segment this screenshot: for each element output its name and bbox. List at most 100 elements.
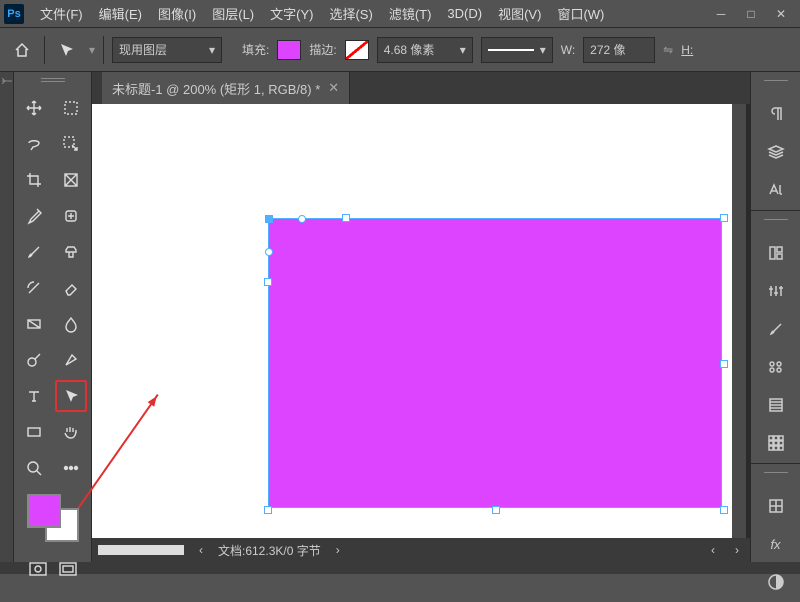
shape-handle-e[interactable] xyxy=(720,360,728,368)
vertical-scrollbar[interactable] xyxy=(732,104,746,538)
layers-panel-icon[interactable] xyxy=(764,140,788,164)
window-controls: ─ □ ✕ xyxy=(706,4,796,24)
hscroll-right[interactable]: › xyxy=(730,543,744,557)
stroke-line-icon xyxy=(488,49,534,51)
styles-panel-icon[interactable] xyxy=(764,431,788,455)
status-next[interactable]: › xyxy=(331,543,345,557)
bottom-strip xyxy=(0,562,800,574)
shape-control-point[interactable] xyxy=(265,248,273,256)
screenmode-toggle[interactable] xyxy=(55,558,81,580)
shape-handle-se[interactable] xyxy=(720,506,728,514)
brush-tool[interactable] xyxy=(18,236,50,268)
frame-tool[interactable] xyxy=(55,164,87,196)
paragraph-panel-icon[interactable] xyxy=(764,102,788,126)
blur-tool[interactable] xyxy=(55,308,87,340)
gradient-tool[interactable] xyxy=(18,308,50,340)
w-label: W: xyxy=(561,43,575,57)
more-tools[interactable] xyxy=(55,452,87,484)
rectangle-shape[interactable] xyxy=(268,218,722,508)
menu-edit[interactable]: 编辑(E) xyxy=(91,0,150,27)
quickmask-toggle[interactable] xyxy=(25,558,51,580)
shape-handle-ne[interactable] xyxy=(720,214,728,222)
expand-icon xyxy=(2,78,12,84)
link-wh-icon[interactable]: ⇋ xyxy=(663,43,673,57)
menu-filter[interactable]: 滤镜(T) xyxy=(381,0,440,27)
pen-tool[interactable] xyxy=(55,344,87,376)
shape-handle-s[interactable] xyxy=(492,506,500,514)
quick-select-tool[interactable] xyxy=(55,128,87,160)
marquee-tool[interactable] xyxy=(55,92,87,124)
properties-panel-icon[interactable] xyxy=(764,393,788,417)
foreground-color[interactable] xyxy=(27,494,61,528)
hand-tool[interactable] xyxy=(55,416,87,448)
shape-control-point[interactable] xyxy=(298,215,306,223)
adjustments-panel-icon[interactable] xyxy=(764,279,788,303)
toolbox-grip[interactable] xyxy=(18,78,87,88)
libraries-panel-icon[interactable] xyxy=(764,241,788,265)
history-brush-tool[interactable] xyxy=(18,272,50,304)
panel-grip[interactable] xyxy=(764,219,788,227)
shape-anchor[interactable] xyxy=(265,215,273,223)
shape-handle-sw[interactable] xyxy=(264,506,272,514)
dodge-tool[interactable] xyxy=(18,344,50,376)
fx-panel-icon[interactable]: fx xyxy=(764,532,788,556)
tab-title: 未标题-1 @ 200% (矩形 1, RGB/8) * xyxy=(112,79,320,98)
shape-handle-nw[interactable] xyxy=(264,278,272,286)
menubar: Ps 文件(F) 编辑(E) 图像(I) 图层(L) 文字(Y) 选择(S) 滤… xyxy=(0,0,800,28)
canvas[interactable] xyxy=(92,104,746,538)
stroke-width-value: 4.68 像素 xyxy=(384,41,435,58)
stroke-label: 描边: xyxy=(309,41,336,58)
type-tool[interactable] xyxy=(18,380,50,412)
menu-image[interactable]: 图像(I) xyxy=(150,0,204,27)
width-input[interactable] xyxy=(583,37,655,63)
zoom-slider[interactable] xyxy=(98,545,184,555)
app-logo: Ps xyxy=(4,4,24,24)
shape-handle-n[interactable] xyxy=(342,214,350,222)
close-button[interactable]: ✕ xyxy=(766,4,796,24)
eyedropper-tool[interactable] xyxy=(18,200,50,232)
rectangle-tool[interactable] xyxy=(18,416,50,448)
document-area: 未标题-1 @ 200% (矩形 1, RGB/8) * ✕ ‹ xyxy=(92,72,750,562)
brush-panel-icon[interactable] xyxy=(764,317,788,341)
stroke-swatch[interactable] xyxy=(345,40,369,60)
status-prev[interactable]: ‹ xyxy=(194,543,208,557)
move-tool[interactable] xyxy=(18,92,50,124)
minimize-button[interactable]: ─ xyxy=(706,4,736,24)
stroke-width-dropdown[interactable]: 4.68 像素 ▾ xyxy=(377,37,473,63)
swatches-panel-icon[interactable] xyxy=(764,355,788,379)
zoom-tool[interactable] xyxy=(18,452,50,484)
stroke-style-dropdown[interactable]: ▾ xyxy=(481,37,553,63)
heal-tool[interactable] xyxy=(55,200,87,232)
crop-tool[interactable] xyxy=(18,164,50,196)
document-tab[interactable]: 未标题-1 @ 200% (矩形 1, RGB/8) * ✕ xyxy=(102,72,350,104)
fill-swatch[interactable] xyxy=(277,40,301,60)
hscroll-left[interactable]: ‹ xyxy=(706,543,720,557)
menu-type[interactable]: 文字(Y) xyxy=(262,0,321,27)
panel-grip[interactable] xyxy=(764,80,788,88)
tab-close-icon[interactable]: ✕ xyxy=(328,80,339,96)
status-bar: ‹ 文档:612.3K/0 字节 › ‹ › xyxy=(92,538,750,562)
menu-layer[interactable]: 图层(L) xyxy=(204,0,262,27)
toolbox xyxy=(14,72,92,562)
menu-3d[interactable]: 3D(D) xyxy=(439,2,490,25)
home-button[interactable] xyxy=(8,36,36,64)
fill-label: 填充: xyxy=(242,41,269,58)
color-panel-icon[interactable] xyxy=(764,570,788,594)
eraser-tool[interactable] xyxy=(55,272,87,304)
collapsed-left-strip[interactable] xyxy=(0,72,14,562)
lasso-tool[interactable] xyxy=(18,128,50,160)
fg-bg-colors[interactable] xyxy=(27,494,79,542)
panel-grip[interactable] xyxy=(764,472,788,480)
menu-view[interactable]: 视图(V) xyxy=(490,0,549,27)
character-panel-icon[interactable] xyxy=(764,178,788,202)
layer-mode-dropdown[interactable]: 现用图层 ▾ xyxy=(112,37,222,63)
path-select-tool[interactable] xyxy=(55,380,87,412)
maximize-button[interactable]: □ xyxy=(736,4,766,24)
document-tabbar: 未标题-1 @ 200% (矩形 1, RGB/8) * ✕ xyxy=(92,72,750,104)
channels-panel-icon[interactable] xyxy=(764,494,788,518)
menu-select[interactable]: 选择(S) xyxy=(321,0,380,27)
tool-indicator-icon[interactable] xyxy=(53,36,81,64)
menu-window[interactable]: 窗口(W) xyxy=(549,0,612,27)
menu-file[interactable]: 文件(F) xyxy=(32,0,91,27)
clone-tool[interactable] xyxy=(55,236,87,268)
